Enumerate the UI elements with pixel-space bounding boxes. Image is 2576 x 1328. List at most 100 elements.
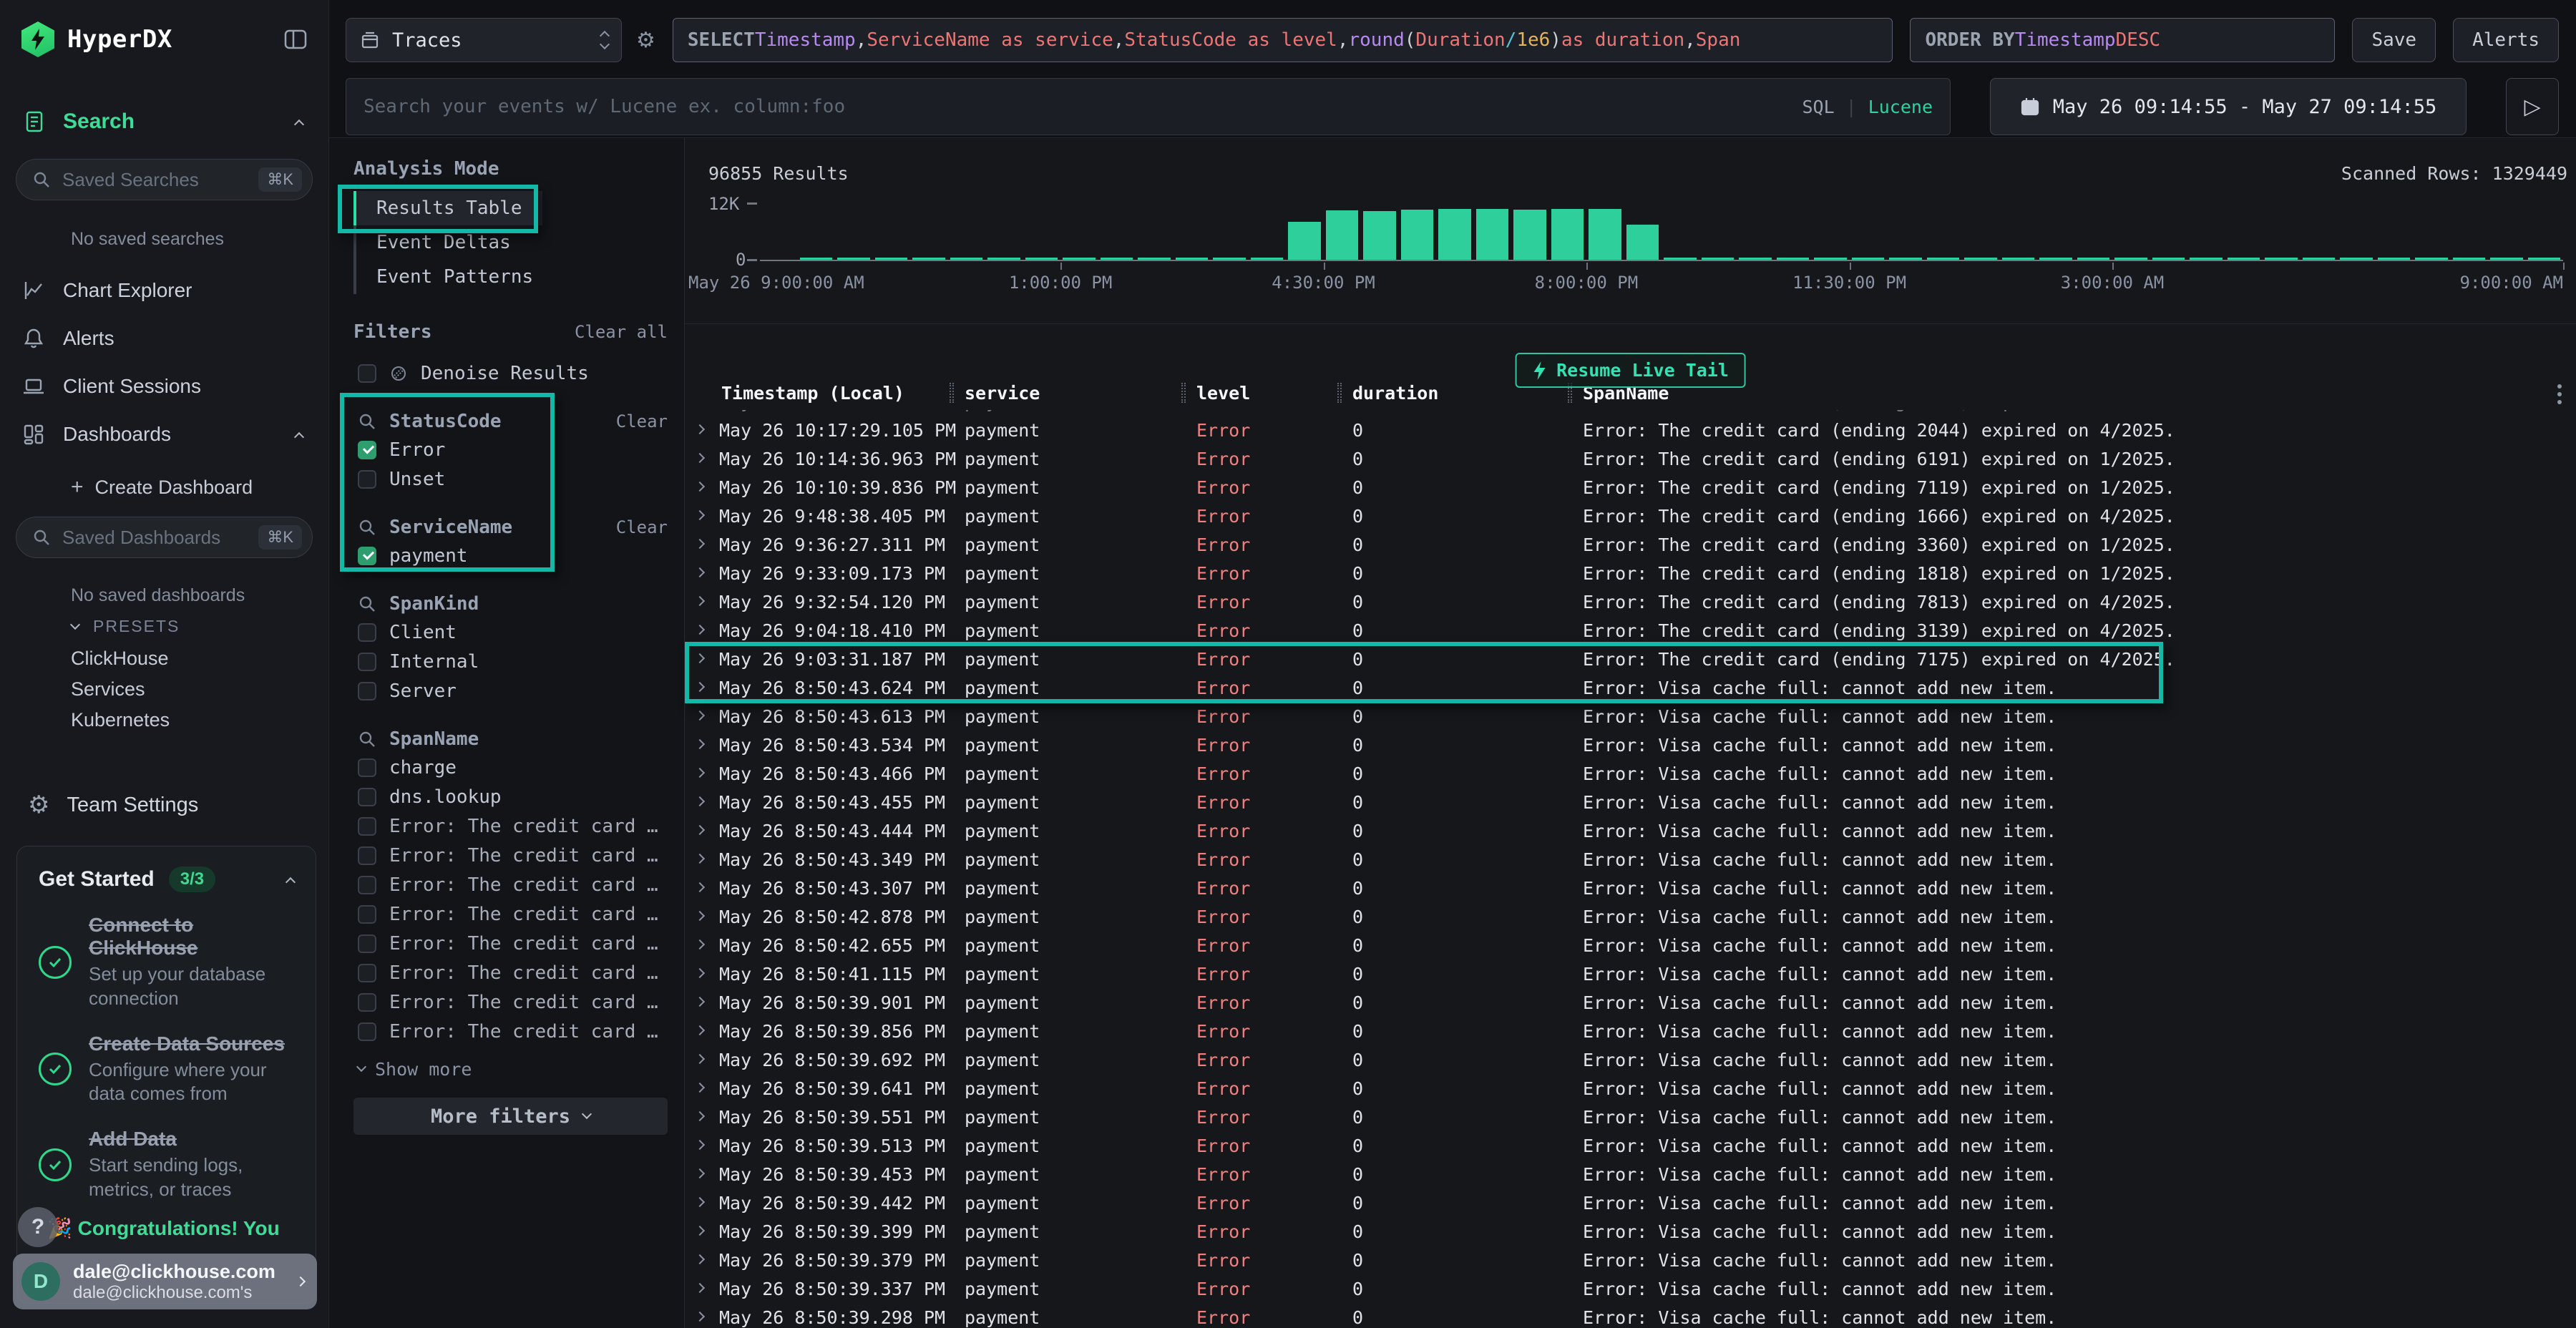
filter-option[interactable]: charge xyxy=(353,753,668,782)
table-row[interactable]: May 26 8:50:42.655 PM payment Error 0 Er… xyxy=(685,931,2576,960)
table-row[interactable]: May 26 8:50:43.466 PM payment Error 0 Er… xyxy=(685,759,2576,788)
row-expand-icon[interactable] xyxy=(695,596,705,606)
search-icon[interactable] xyxy=(358,595,376,613)
histogram-bar[interactable] xyxy=(1326,210,1359,260)
histogram-bar[interactable] xyxy=(1288,222,1321,260)
table-row[interactable]: May 26 9:33:09.173 PM payment Error 0 Er… xyxy=(685,559,2576,587)
filter-option[interactable]: Error: The credit card … xyxy=(353,987,668,1017)
event-search-input[interactable]: Search your events w/ Lucene ex. column:… xyxy=(346,78,1951,135)
checkbox-unchecked[interactable] xyxy=(358,846,376,865)
saved-dashboards-input[interactable]: Saved Dashboards ⌘K xyxy=(16,517,313,558)
query-language-toggle[interactable]: SQL | Lucene xyxy=(1802,97,1933,117)
table-row[interactable]: May 26 8:50:39.856 PM payment Error 0 Er… xyxy=(685,1017,2576,1045)
checkbox-unchecked[interactable] xyxy=(358,623,376,642)
filter-option[interactable]: Error: The credit card … xyxy=(353,811,668,841)
clear-statuscode-button[interactable]: Clear xyxy=(616,411,668,431)
checkbox-unchecked[interactable] xyxy=(358,1022,376,1041)
mode-event-patterns[interactable]: Event Patterns xyxy=(353,260,553,294)
table-row[interactable]: May 26 8:50:41.115 PM payment Error 0 Er… xyxy=(685,960,2576,988)
column-header-service[interactable]: service xyxy=(965,383,1040,404)
checkbox-unchecked[interactable] xyxy=(358,653,376,671)
show-more-button[interactable]: Show more xyxy=(353,1055,668,1083)
checkbox-unchecked[interactable] xyxy=(358,905,376,924)
table-row[interactable]: May 26 9:04:18.410 PM payment Error 0 Er… xyxy=(685,616,2576,645)
row-expand-icon[interactable] xyxy=(695,1168,705,1178)
date-range-picker[interactable]: May 26 09:14:55 - May 27 09:14:55 xyxy=(1990,78,2467,135)
table-row[interactable]: May 26 8:50:39.641 PM payment Error 0 Er… xyxy=(685,1074,2576,1103)
row-expand-icon[interactable] xyxy=(695,1312,705,1322)
histogram-bar[interactable] xyxy=(1551,209,1584,260)
user-menu[interactable]: D dale@clickhouse.com dale@clickhouse.co… xyxy=(13,1254,317,1309)
filter-option[interactable]: dns.lookup xyxy=(353,782,668,811)
filter-option[interactable]: Internal xyxy=(353,647,668,676)
row-expand-icon[interactable] xyxy=(695,1054,705,1064)
row-expand-icon[interactable] xyxy=(695,682,705,692)
sidebar-item-dashboards[interactable]: Dashboards xyxy=(0,416,328,453)
sidebar-item-team-settings[interactable]: ⚙ Team Settings xyxy=(0,786,328,824)
table-row[interactable]: May 26 9:03:31.187 PM payment Error 0 Er… xyxy=(685,645,2576,673)
row-expand-icon[interactable] xyxy=(695,1025,705,1035)
histogram-bar[interactable] xyxy=(1626,225,1659,260)
filter-option[interactable]: Server xyxy=(353,676,668,706)
filter-option[interactable]: Error xyxy=(353,435,668,464)
row-expand-icon[interactable] xyxy=(695,882,705,892)
help-button[interactable]: ? xyxy=(18,1207,58,1247)
filter-option[interactable]: Error: The credit card … xyxy=(353,899,668,929)
table-row[interactable]: May 26 8:50:43.349 PM payment Error 0 Er… xyxy=(685,845,2576,874)
checkbox-unchecked[interactable] xyxy=(358,758,376,777)
clear-servicename-button[interactable]: Clear xyxy=(616,517,668,537)
column-header-level[interactable]: level xyxy=(1196,383,1250,404)
table-row[interactable]: May 26 8:50:39.901 PM payment Error 0 Er… xyxy=(685,988,2576,1017)
row-expand-icon[interactable] xyxy=(695,625,705,635)
table-row[interactable]: May 26 9:36:27.311 PM payment Error 0 Er… xyxy=(685,530,2576,559)
table-row[interactable]: May 26 8:50:39.298 PM payment Error 0 Er… xyxy=(685,1303,2576,1328)
search-icon[interactable] xyxy=(358,518,376,537)
collapse-sidebar-icon[interactable] xyxy=(283,26,308,52)
table-row[interactable]: May 26 8:50:42.878 PM payment Error 0 Er… xyxy=(685,902,2576,931)
row-expand-icon[interactable] xyxy=(695,1226,705,1236)
get-started-header[interactable]: Get Started 3/3 xyxy=(39,866,294,892)
more-filters-button[interactable]: More filters xyxy=(353,1098,668,1135)
column-resize-handle[interactable] xyxy=(1337,383,1342,403)
table-row[interactable]: May 26 10:17:29.105 PM payment Error 0 E… xyxy=(685,410,2576,416)
column-resize-handle[interactable] xyxy=(950,383,954,403)
clear-all-button[interactable]: Clear all xyxy=(575,322,668,342)
filter-option[interactable]: Error: The credit card … xyxy=(353,958,668,987)
histogram-bar[interactable] xyxy=(1476,209,1509,260)
sidebar-item-client-sessions[interactable]: Client Sessions xyxy=(0,368,328,405)
table-row[interactable]: May 26 8:50:43.444 PM payment Error 0 Er… xyxy=(685,816,2576,845)
filter-option[interactable]: Error: The credit card … xyxy=(353,870,668,899)
table-row[interactable]: May 26 8:50:43.613 PM payment Error 0 Er… xyxy=(685,702,2576,731)
presets-section-toggle[interactable]: PRESETS xyxy=(72,617,180,636)
row-expand-icon[interactable] xyxy=(695,796,705,806)
row-expand-icon[interactable] xyxy=(695,997,705,1007)
sidebar-item-chart-explorer[interactable]: Chart Explorer xyxy=(0,272,328,309)
table-row[interactable]: May 26 8:50:43.307 PM payment Error 0 Er… xyxy=(685,874,2576,902)
row-expand-icon[interactable] xyxy=(695,711,705,721)
save-button[interactable]: Save xyxy=(2352,18,2436,62)
row-expand-icon[interactable] xyxy=(695,653,705,663)
mode-results-table[interactable]: Results Table xyxy=(353,191,542,225)
row-expand-icon[interactable] xyxy=(695,825,705,835)
row-expand-icon[interactable] xyxy=(695,1111,705,1121)
histogram-bar[interactable] xyxy=(1401,210,1434,260)
checkbox-checked[interactable] xyxy=(358,547,376,565)
filter-option[interactable]: Client xyxy=(353,617,668,647)
create-dashboard-button[interactable]: + Create Dashboard xyxy=(71,471,253,504)
row-expand-icon[interactable] xyxy=(695,1140,705,1150)
column-header-duration[interactable]: duration xyxy=(1352,383,1438,404)
search-icon[interactable] xyxy=(358,412,376,431)
checkbox-unchecked[interactable] xyxy=(358,993,376,1012)
filter-option[interactable]: payment xyxy=(353,541,668,570)
row-expand-icon[interactable] xyxy=(695,768,705,778)
table-row[interactable]: May 26 8:50:39.399 PM payment Error 0 Er… xyxy=(685,1217,2576,1246)
table-row[interactable]: May 26 10:10:39.836 PM payment Error 0 E… xyxy=(685,473,2576,502)
histogram[interactable]: 12K 0 May 26 9:00:00 AM1:00:00 PM4:30:00… xyxy=(760,202,2563,261)
table-row[interactable]: May 26 8:50:39.337 PM payment Error 0 Er… xyxy=(685,1274,2576,1303)
sidebar-item-alerts[interactable]: Alerts xyxy=(0,320,328,357)
denoise-checkbox[interactable] xyxy=(358,364,376,383)
table-row[interactable]: May 26 10:14:36.963 PM payment Error 0 E… xyxy=(685,444,2576,473)
row-expand-icon[interactable] xyxy=(695,1283,705,1293)
row-expand-icon[interactable] xyxy=(695,939,705,949)
checkbox-unchecked[interactable] xyxy=(358,817,376,836)
